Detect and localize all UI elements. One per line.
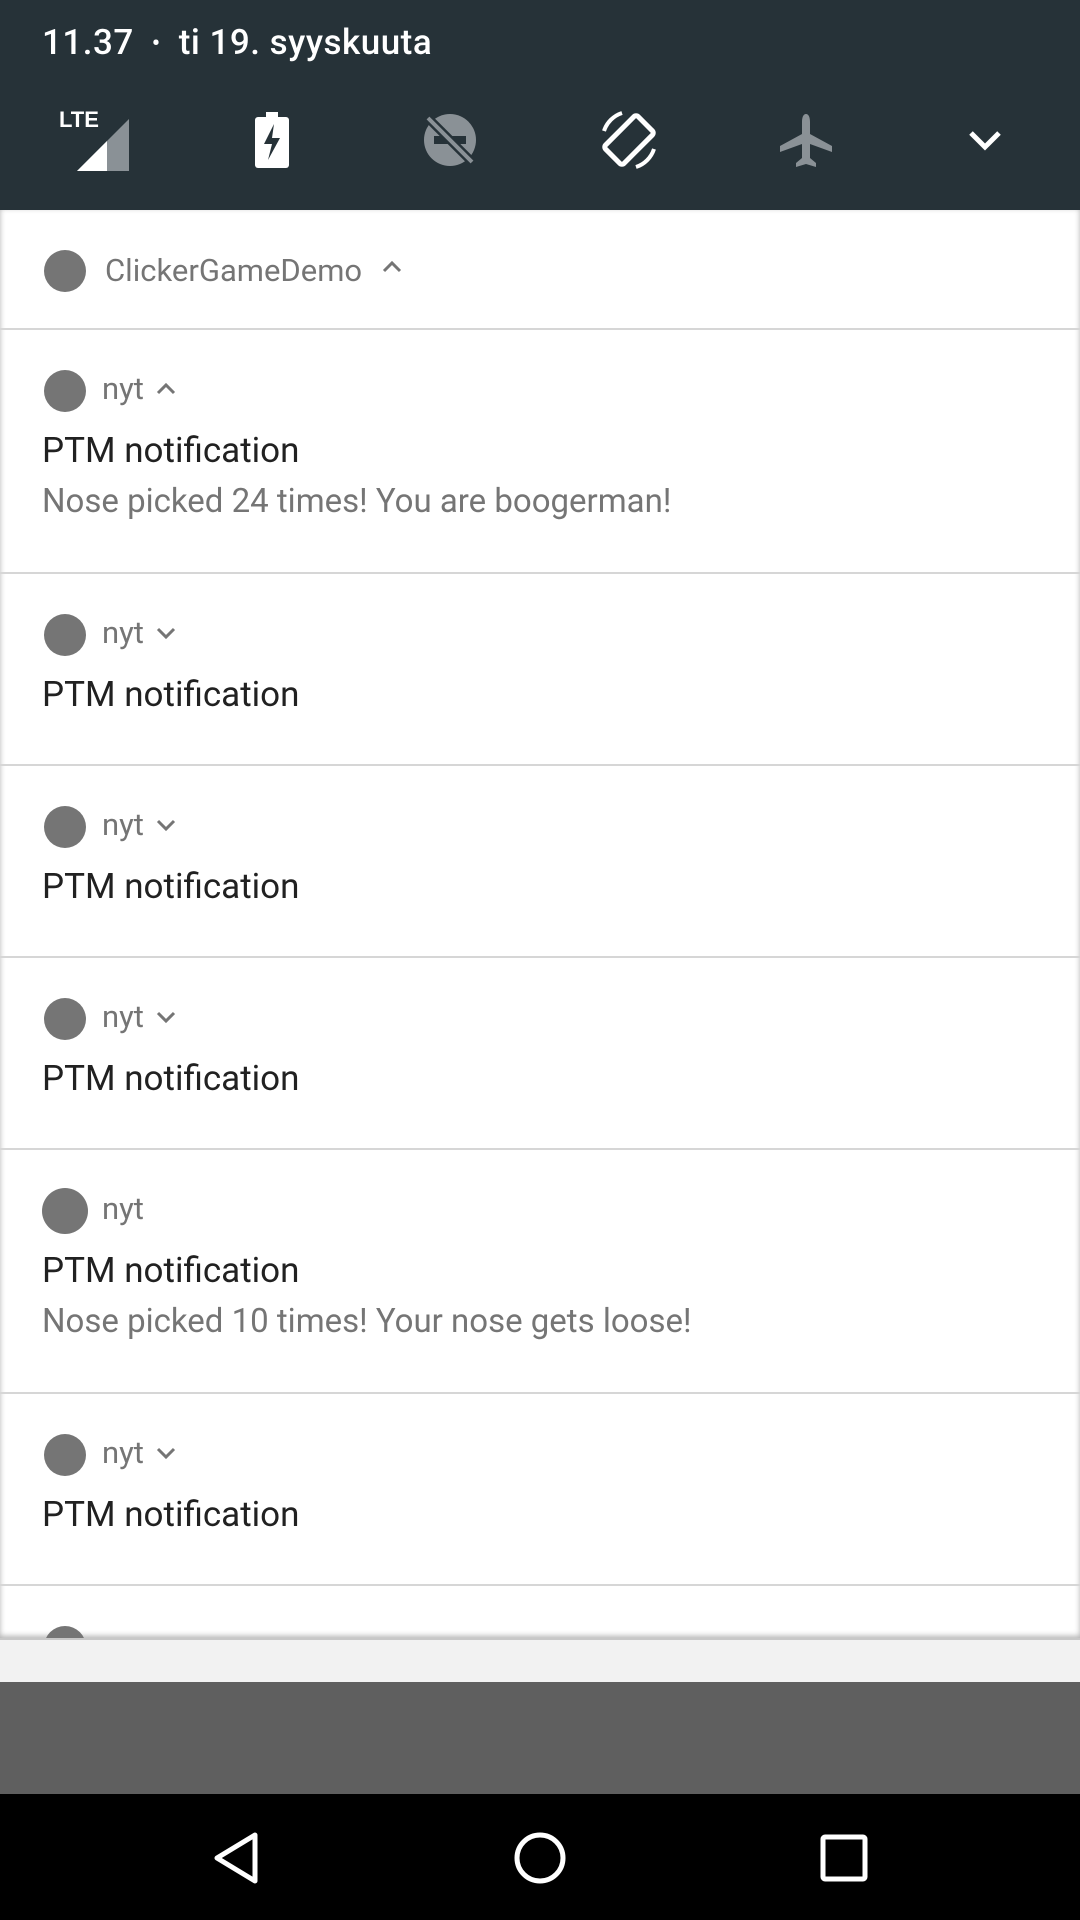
notification-text: Nose picked 24 times! You are boogerman! xyxy=(42,482,672,521)
notification-item[interactable]: nyt PTM notification xyxy=(0,574,1080,766)
chevron-down-icon[interactable] xyxy=(156,1010,176,1024)
recents-icon[interactable] xyxy=(804,1818,884,1898)
notification-icon xyxy=(44,1434,86,1476)
notification-time: nyt xyxy=(102,614,144,651)
chevron-up-icon[interactable] xyxy=(382,260,402,274)
notification-item[interactable]: nyt PTM notification Nose picked 24 time… xyxy=(0,330,1080,574)
date-label[interactable]: ti 19. syyskuuta xyxy=(179,22,433,63)
notification-time: nyt xyxy=(102,806,144,843)
chevron-up-icon[interactable] xyxy=(156,382,176,396)
battery-saver-icon[interactable] xyxy=(227,100,317,180)
chevron-down-icon[interactable] xyxy=(156,818,176,832)
auto-rotate-icon[interactable] xyxy=(584,100,674,180)
lte-label: LTE xyxy=(59,107,99,132)
notification-text: Nose picked 10 times! Your nose gets loo… xyxy=(42,1302,692,1341)
notification-time: nyt xyxy=(102,1190,144,1227)
app-icon xyxy=(44,250,86,292)
navigation-bar xyxy=(0,1794,1080,1920)
status-date-time: 11.37 • ti 19. syyskuuta xyxy=(42,22,432,63)
notification-icon xyxy=(44,998,86,1040)
notification-icon xyxy=(44,370,86,412)
notification-title: PTM notification xyxy=(42,674,300,715)
notification-item[interactable]: nyt PTM notification xyxy=(0,1394,1080,1586)
notification-time: nyt xyxy=(102,370,144,407)
quick-settings-row: LTE xyxy=(0,100,1080,180)
clock: 11.37 xyxy=(42,22,134,63)
panel-bottom-bar xyxy=(0,1638,1080,1682)
app-group-header[interactable]: ClickerGameDemo xyxy=(0,210,1080,330)
chevron-down-icon[interactable] xyxy=(156,1446,176,1460)
notification-item-partial[interactable] xyxy=(0,1586,1080,1638)
app-name: ClickerGameDemo xyxy=(105,252,363,289)
chevron-down-icon[interactable] xyxy=(156,626,176,640)
back-icon[interactable] xyxy=(196,1818,276,1898)
notification-icon xyxy=(42,1188,88,1234)
notification-item[interactable]: nyt PTM notification Nose picked 10 time… xyxy=(0,1150,1080,1394)
notification-item[interactable]: nyt PTM notification xyxy=(0,958,1080,1150)
quick-settings-header: 11.37 • ti 19. syyskuuta LTE xyxy=(0,0,1080,210)
airplane-mode-icon[interactable] xyxy=(761,100,851,180)
notification-panel: ClickerGameDemo nyt PTM notification Nos… xyxy=(0,210,1080,1638)
notification-title: PTM notification xyxy=(42,430,300,471)
lte-signal-icon[interactable]: LTE xyxy=(52,100,142,180)
notification-icon xyxy=(44,1626,86,1638)
notification-icon xyxy=(44,614,86,656)
notification-title: PTM notification xyxy=(42,1494,300,1535)
notification-icon xyxy=(44,806,86,848)
notification-title: PTM notification xyxy=(42,1058,300,1099)
data-saver-off-icon[interactable] xyxy=(405,100,495,180)
home-icon[interactable] xyxy=(500,1818,580,1898)
expand-chevron-icon[interactable] xyxy=(940,100,1030,180)
separator-dot: • xyxy=(151,28,161,57)
notification-title: PTM notification xyxy=(42,866,300,907)
notification-time: nyt xyxy=(102,998,144,1035)
notification-title: PTM notification xyxy=(42,1250,300,1291)
dimmed-background[interactable] xyxy=(0,1682,1080,1794)
notification-item[interactable]: nyt PTM notification xyxy=(0,766,1080,958)
notification-time: nyt xyxy=(102,1434,144,1471)
